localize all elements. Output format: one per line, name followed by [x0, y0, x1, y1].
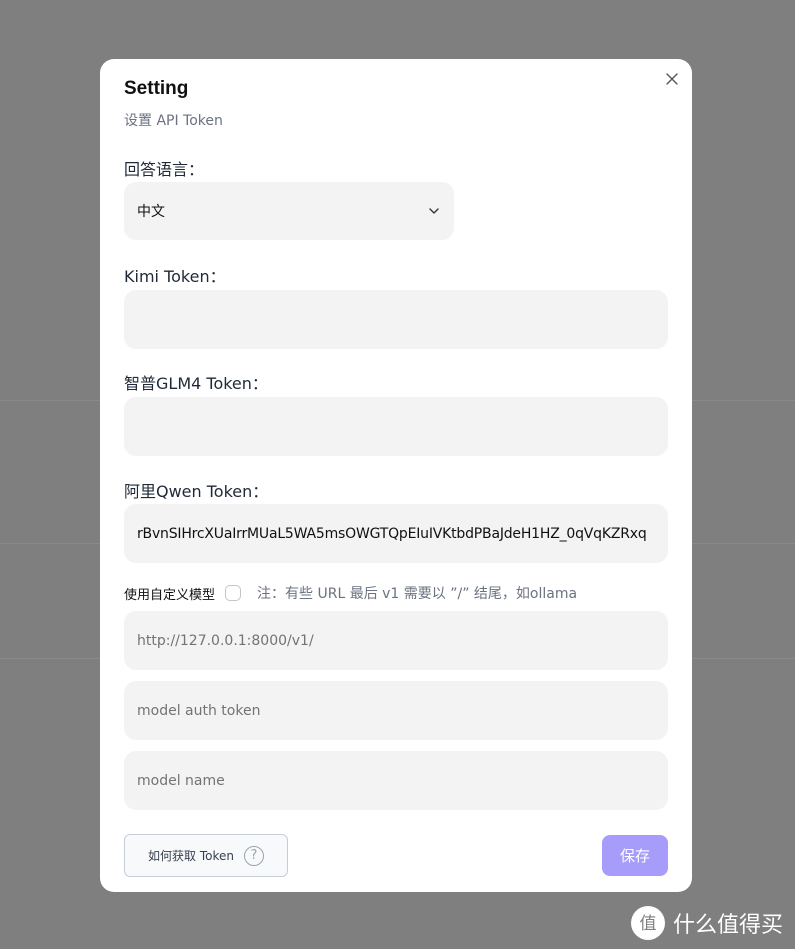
model-name-input[interactable] [124, 751, 668, 810]
custom-model-row: 使用自定义模型 注：有些 URL 最后 v1 需要以 ”/” 结尾，如ollam… [124, 583, 577, 603]
settings-dialog: Setting 设置 API Token 回答语言： 中文 Kimi Token… [100, 59, 692, 892]
kimi-token-label: Kimi Token： [124, 267, 226, 286]
qwen-token-label: 阿里Qwen Token： [124, 482, 269, 501]
glm-token-label: 智普GLM4 Token： [124, 374, 268, 393]
question-icon: ? [243, 845, 264, 866]
kimi-token-input[interactable] [124, 290, 668, 349]
dialog-title: Setting [124, 78, 189, 99]
close-icon [666, 73, 678, 85]
language-label: 回答语言： [124, 160, 205, 179]
glm-token-input[interactable] [124, 397, 668, 456]
dialog-subtitle: 设置 API Token [124, 113, 223, 129]
custom-model-note: 注：有些 URL 最后 v1 需要以 ”/” 结尾，如ollama [257, 586, 578, 602]
language-select[interactable]: 中文 [124, 182, 454, 240]
watermark-text: 什么值得买 [672, 913, 783, 938]
chevron-down-icon [427, 204, 441, 218]
help-button-label: 如何获取 Token [148, 849, 234, 863]
save-button[interactable]: 保存 [602, 835, 668, 876]
language-selected-value: 中文 [137, 204, 165, 220]
model-auth-token-input[interactable] [124, 681, 668, 740]
logo-text: 值 [639, 914, 656, 934]
model-url-input[interactable] [124, 611, 668, 670]
custom-model-checkbox[interactable] [225, 585, 242, 601]
qwen-token-input[interactable] [124, 504, 668, 563]
how-to-get-token-button[interactable]: 如何获取 Token ? [124, 834, 288, 877]
smzdm-logo-icon: 值 [630, 906, 665, 940]
custom-model-label: 使用自定义模型 [124, 587, 216, 603]
close-button[interactable] [664, 71, 680, 87]
watermark: 值 什么值得买 [630, 906, 783, 940]
